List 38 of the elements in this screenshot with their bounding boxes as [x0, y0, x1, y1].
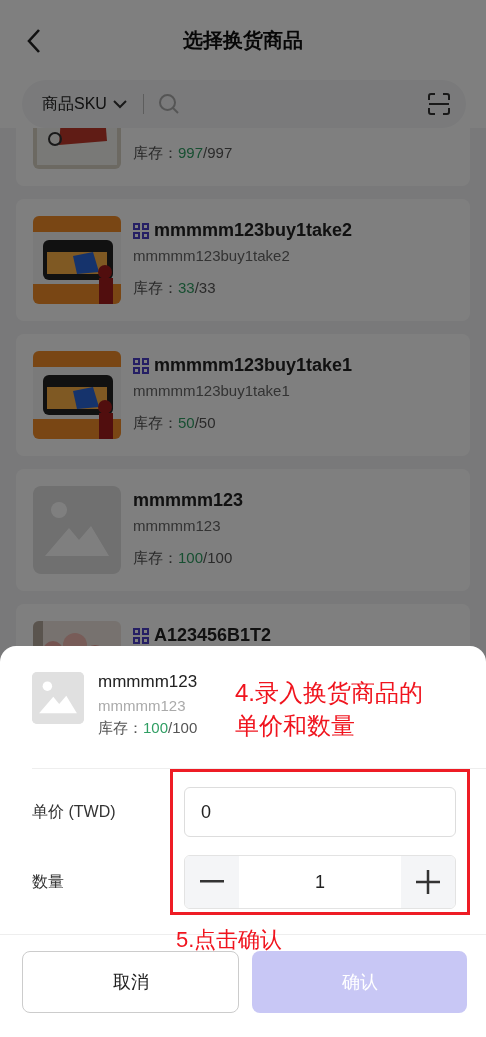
product-sku: mmmmm123buy1take2: [133, 247, 291, 264]
search-bar[interactable]: 商品SKU: [22, 80, 466, 128]
stock-text: 库存：100/100: [98, 719, 198, 738]
back-icon[interactable]: [26, 28, 42, 54]
product-name: A123456B1T2: [154, 625, 272, 646]
page-title: 选择换货商品: [183, 27, 303, 53]
stock-text: 库存：997/997: [133, 144, 233, 163]
product-sku: mmmmm123buy1take1: [133, 382, 291, 399]
price-field[interactable]: 0: [184, 787, 456, 837]
product-name: mmmmm123buy1take1: [154, 355, 353, 376]
annotation-text: 5.点击确认: [176, 926, 283, 954]
product-card[interactable]: mmmmm123buy1take1 mmmmm123buy1take1 库存：50/50: [16, 334, 470, 456]
product-card[interactable]: mmmmm123 mmmmm123 库存：100/100: [16, 469, 470, 591]
minus-icon: [200, 880, 224, 884]
scan-icon[interactable]: [428, 93, 450, 115]
product-name: mmmmm123: [133, 490, 244, 511]
cancel-button[interactable]: 取消: [22, 951, 239, 1013]
product-card[interactable]: A123456B1T2: [16, 604, 470, 648]
plus-icon: [416, 870, 440, 894]
minus-button[interactable]: [185, 856, 239, 908]
price-label: 单价 (TWD): [32, 801, 117, 822]
stock-text: 库存：100/100: [133, 549, 234, 568]
filter-dropdown[interactable]: 商品SKU: [42, 93, 127, 115]
quantity-label: 数量: [32, 871, 65, 892]
stock-text: 库存：33/33: [133, 279, 217, 298]
plus-button[interactable]: [401, 856, 455, 908]
quantity-stepper[interactable]: 1: [184, 855, 456, 909]
product-sku: mmmmm123: [133, 517, 222, 534]
product-card[interactable]: mmmmm123buy1take2 mmmmm123buy1take2 库存：33/33: [16, 199, 470, 321]
stock-text: 库存：50/50: [133, 414, 217, 433]
product-card[interactable]: 库存：997/997: [16, 128, 470, 186]
search-icon: [157, 93, 180, 115]
product-sku: mmmmm123: [98, 697, 187, 714]
product-name: mmmmm123: [98, 672, 198, 692]
image-placeholder-icon: [32, 672, 84, 724]
chevron-down-icon: [112, 99, 127, 109]
annotation-text: 4.录入换货商品的单价和数量: [235, 678, 424, 741]
product-name: mmmmm123buy1take2: [154, 220, 353, 241]
